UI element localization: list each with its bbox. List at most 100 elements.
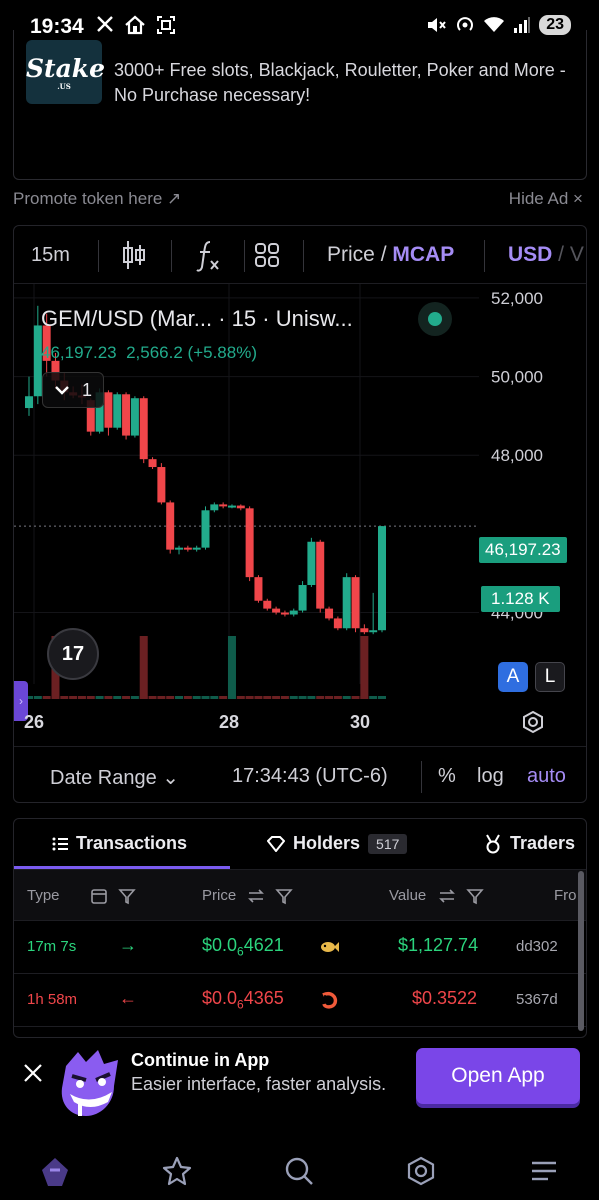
hide-ad-button[interactable]: Hide Ad ×	[509, 189, 583, 209]
tx-maker[interactable]: dd302	[516, 938, 558, 955]
tx-maker[interactable]: 5367d	[516, 991, 558, 1008]
filter-icon[interactable]	[118, 887, 136, 905]
auto-scale-toggle[interactable]: auto	[527, 765, 566, 788]
last-price-tag: 46,197.23	[479, 537, 567, 563]
chart-panel: 15m Price / MCAP USD / V 52,000 50,000 48,…	[13, 225, 587, 803]
candle-body	[175, 547, 184, 550]
column-price[interactable]: Price	[202, 887, 236, 904]
home-logo-icon[interactable]	[38, 1156, 72, 1188]
toolbar-divider	[244, 240, 245, 272]
tx-price-zeros: 6	[237, 944, 244, 959]
x-axis-tick: 26	[24, 712, 45, 732]
price-option[interactable]: Price	[327, 243, 375, 266]
tab-bar: Transactions Holders 517 Traders	[14, 819, 586, 869]
open-app-button[interactable]: Open App	[416, 1048, 580, 1104]
column-price-label: Price	[202, 887, 237, 904]
volume-bar	[236, 696, 245, 699]
percent-scale-toggle[interactable]: %	[438, 765, 456, 788]
ad-logo-text: Stake	[26, 54, 106, 83]
candle-body	[201, 510, 210, 548]
volume-bar	[192, 696, 201, 699]
volume-bar	[333, 696, 342, 699]
tab-traders[interactable]: Traders	[484, 833, 575, 854]
settings-icon[interactable]	[406, 1156, 436, 1186]
indicator-count: 1	[81, 379, 92, 400]
swap-icon[interactable]	[247, 887, 265, 905]
candle-body	[236, 505, 245, 509]
volume-bar	[104, 696, 113, 699]
layout-grid-icon[interactable]	[254, 242, 280, 268]
candles-icon[interactable]	[122, 239, 146, 271]
currency-toggle[interactable]: USD / V	[508, 243, 584, 267]
filter-icon[interactable]	[466, 887, 484, 905]
ad-text: 3000+ Free slots, Blackjack, Rouletter, …	[114, 60, 566, 105]
table-row[interactable]: 1h 58m ← $0.064365 $0.3522 5367d	[14, 974, 586, 1027]
ad-banner[interactable]: Stake .US 3000+ Free slots, Blackjack, R…	[13, 30, 587, 180]
promote-token-link[interactable]: Promote token here ↗	[13, 189, 181, 209]
tab-holders[interactable]: Holders 517	[267, 833, 408, 854]
chart-toolbar: 15m Price / MCAP USD / V	[14, 226, 586, 284]
tradingview-logo[interactable]: 17	[47, 628, 99, 680]
tab-transactions-label: Transactions	[76, 833, 188, 853]
candle-body	[113, 394, 122, 428]
volume-bar	[113, 696, 122, 699]
table-header: Type Price Value Fro	[14, 869, 586, 921]
volume-bar	[272, 696, 281, 699]
tab-transactions[interactable]: Transactions	[52, 833, 187, 854]
close-icon[interactable]	[22, 1062, 44, 1084]
auto-scale-button[interactable]: A	[498, 662, 528, 692]
candle-body	[254, 577, 263, 601]
chart-settings-icon[interactable]	[521, 710, 545, 734]
filter-icon[interactable]	[275, 887, 293, 905]
volume-bar	[210, 696, 219, 699]
candle-body	[272, 608, 281, 613]
candle-body	[378, 526, 386, 631]
interval-selector[interactable]: 15m	[31, 244, 70, 267]
column-type[interactable]: Type	[27, 887, 60, 904]
column-from[interactable]: Fro	[554, 887, 577, 904]
search-icon[interactable]	[284, 1156, 314, 1186]
table-scrollbar[interactable]	[578, 871, 584, 1031]
collapse-indicators-button[interactable]: 1	[42, 372, 104, 408]
column-value-label: Value	[389, 887, 427, 904]
tx-price-zeros: 6	[237, 997, 244, 1012]
price-mcap-toggle[interactable]: Price / MCAP	[327, 243, 454, 267]
tab-holders-label: Holders	[293, 833, 361, 853]
holders-count-badge: 517	[368, 833, 408, 854]
ad-logo: Stake .US	[26, 40, 106, 104]
y-axis-tick: 48,000	[491, 446, 543, 465]
candle-body	[227, 505, 236, 508]
y-axis-tick: 52,000	[491, 289, 543, 308]
tx-price-digits: 4365	[243, 988, 284, 1008]
volume-bar	[148, 696, 157, 699]
buy-arrow-icon: →	[119, 935, 137, 955]
usd-option[interactable]: USD	[508, 243, 552, 266]
candle-body	[307, 541, 316, 586]
volume-bar	[95, 696, 104, 699]
volume-bar	[166, 696, 175, 699]
fish-icon	[321, 942, 339, 952]
column-value[interactable]: Value	[389, 887, 426, 904]
date-range-button[interactable]: Date Range ⌄	[50, 765, 179, 790]
log-scale-toggle[interactable]: log	[477, 765, 504, 788]
log-scale-button[interactable]: L	[535, 662, 565, 692]
mcap-option[interactable]: MCAP	[392, 243, 454, 266]
diamond-icon	[267, 835, 285, 852]
chart-timestamp[interactable]: 17:34:43 (UTC-6)	[232, 765, 388, 788]
star-icon[interactable]	[162, 1156, 192, 1186]
calendar-icon[interactable]	[90, 887, 108, 905]
volume-bar	[307, 696, 316, 699]
pair-values: 46,197.23 2,566.2 (+5.88%)	[41, 343, 257, 363]
indicators-icon[interactable]	[196, 239, 222, 273]
volume-bar	[280, 696, 289, 699]
menu-icon[interactable]	[530, 1160, 558, 1182]
table-row[interactable]: 17m 7s → $0.064621 $1,127.74 dd302	[14, 921, 586, 974]
candle-body	[360, 628, 369, 633]
medal-icon	[486, 834, 500, 853]
promo-subtitle: Easier interface, faster analysis.	[131, 1074, 387, 1094]
list-icon	[52, 837, 68, 850]
candle-body	[316, 541, 325, 609]
currency-separator: / V	[552, 243, 584, 266]
volume-bar	[69, 696, 78, 699]
swap-icon[interactable]	[438, 887, 456, 905]
